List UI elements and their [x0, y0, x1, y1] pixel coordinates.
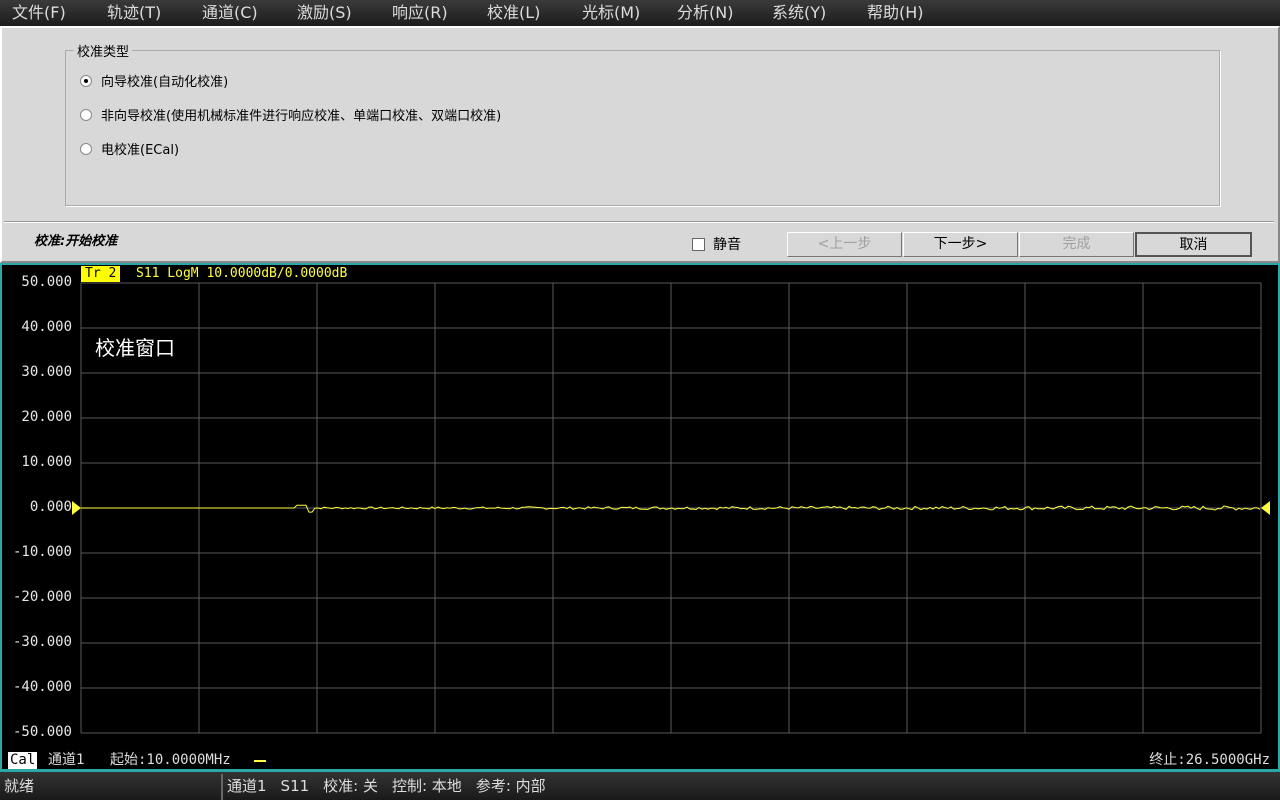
mute-checkbox[interactable]: 静音: [692, 234, 741, 254]
y-tick-label: -40.000: [12, 679, 72, 695]
menu-item[interactable]: 响应(R): [392, 0, 487, 26]
status-items: 通道1 S11 校准: 关控制: 本地 参考: 内部: [227, 772, 546, 800]
menu-item[interactable]: 光标(M): [582, 0, 677, 26]
finish-button[interactable]: 完成: [1019, 232, 1134, 257]
status-item: S11: [280, 777, 310, 795]
menu-item[interactable]: 分析(N): [677, 0, 772, 26]
y-tick-label: 50.000: [21, 274, 72, 290]
reference-marker-left-icon[interactable]: [72, 501, 81, 515]
radio-guided-cal[interactable]: 向导校准(自动化校准): [80, 71, 228, 90]
radio-dot[interactable]: [80, 74, 92, 87]
radio-ecal[interactable]: 电校准(ECal): [80, 139, 179, 158]
prev-button[interactable]: <上一步: [787, 232, 902, 257]
channel-label: 通道1: [48, 752, 85, 768]
y-tick-label: 10.000: [21, 454, 72, 470]
radio-dot[interactable]: [80, 108, 92, 121]
status-item: 控制: 本地: [391, 777, 462, 795]
checkbox-box[interactable]: [692, 237, 705, 251]
step-label: 校准:开始校准: [34, 234, 118, 249]
status-ready: 就绪: [4, 777, 35, 795]
calibration-type-group: 校准类型 向导校准(自动化校准) 非向导校准(使用机械标准件进行响应校准、单端口…: [65, 41, 1220, 206]
group-title: 校准类型: [74, 41, 133, 60]
status-item: 参考: 内部: [475, 777, 546, 795]
radio-label: 向导校准(自动化校准): [101, 75, 229, 90]
mute-label: 静音: [713, 237, 741, 253]
cancel-button[interactable]: 取消: [1135, 232, 1252, 257]
radio-dot[interactable]: [80, 142, 92, 155]
y-tick-label: -30.000: [12, 634, 72, 650]
y-tick-label: 0.000: [29, 499, 72, 515]
y-tick-label: -50.000: [12, 724, 72, 740]
radio-label: 电校准(ECal): [101, 143, 180, 158]
menu-item[interactable]: 通道(C): [202, 0, 297, 26]
y-tick-label: 40.000: [21, 319, 72, 335]
status-divider: [221, 774, 223, 800]
y-tick-label: -10.000: [12, 544, 72, 560]
menu-item[interactable]: 文件(F): [12, 0, 107, 26]
status-item: 校准: 关: [323, 777, 378, 795]
y-tick-label: 30.000: [21, 364, 72, 380]
menu-item[interactable]: 轨迹(T): [107, 0, 202, 26]
radio-label: 非向导校准(使用机械标准件进行响应校准、单端口校准、双端口校准): [101, 109, 502, 124]
menu-item[interactable]: 激励(S): [297, 0, 392, 26]
start-frequency: 起始:10.0000MHz: [110, 752, 231, 768]
cal-tag: Cal: [8, 752, 38, 769]
status-item: 通道1: [227, 777, 267, 795]
plot-svg: [72, 282, 1270, 734]
menu-item[interactable]: 校准(L): [487, 0, 582, 26]
y-tick-label: 20.000: [21, 409, 72, 425]
trace-tag[interactable]: Tr 2: [81, 266, 121, 282]
menu-item[interactable]: 系统(Y): [772, 0, 867, 26]
trace-info: S11 LogM 10.0000dB/0.0000dB: [136, 266, 348, 281]
stop-frequency: 终止:26.5000GHz: [1149, 752, 1270, 768]
divider: [4, 221, 1274, 223]
menu-bar: 文件(F) 轨迹(T) 通道(C) 激励(S) 响应(R) 校准(L) 光标(M) 分析(N)…: [0, 0, 1280, 26]
menu-item[interactable]: 帮助(H): [867, 0, 962, 26]
reference-marker-right-icon[interactable]: [1261, 501, 1270, 515]
y-tick-label: -20.000: [12, 589, 72, 605]
calibration-window-chart: Tr 2 S11 LogM 10.0000dB/0.0000dB 50.000 4…: [0, 263, 1280, 772]
status-bar: 就绪 通道1 S11 校准: 关控制: 本地 参考: 内部: [0, 772, 1280, 800]
next-button[interactable]: 下一步>: [903, 232, 1018, 257]
window-label: 校准窗口: [95, 336, 175, 360]
radio-unguided-cal[interactable]: 非向导校准(使用机械标准件进行响应校准、单端口校准、双端口校准): [80, 105, 501, 124]
calibration-dialog: 校准类型 向导校准(自动化校准) 非向导校准(使用机械标准件进行响应校准、单端口…: [0, 26, 1280, 263]
trace-marker-line: [254, 760, 266, 762]
